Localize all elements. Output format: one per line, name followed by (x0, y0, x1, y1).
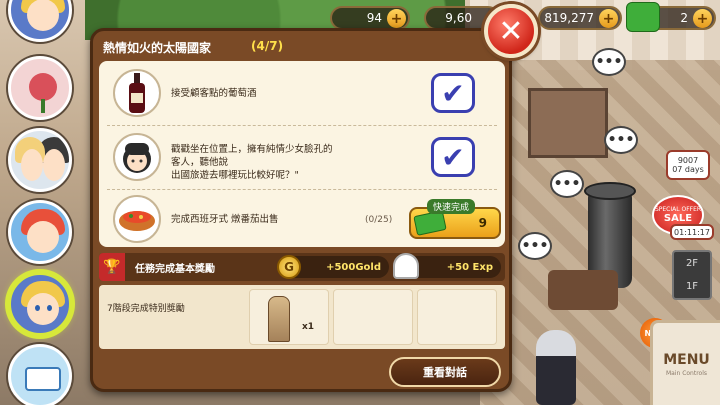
chat-bubble-icon[interactable]: ••• (518, 232, 552, 260)
quest-text: 完成西班牙式 燉番茄出售 (171, 214, 279, 225)
quest-text: 接受顧客點的葡萄酒 (171, 88, 257, 99)
floor-selector[interactable]: 2F 1F (672, 250, 712, 300)
chat-bubble-icon[interactable]: ••• (592, 48, 626, 76)
special-reward-label: 7階段完成特別獎勵 (107, 304, 185, 314)
quick-complete-cost: 9 (478, 216, 487, 230)
divider (107, 125, 497, 126)
basic-reward-label: 任務完成基本獎勵 (135, 263, 215, 275)
replay-dialogue-label: 重看對話 (423, 366, 467, 379)
quest-text: 戳戳坐在位置上，擁有純情少女臉孔的 客人，聽他說 出國旅遊去哪裡玩比較好呢？" (171, 143, 333, 182)
city-avatar[interactable] (8, 344, 72, 405)
add-ticket-button[interactable]: + (693, 9, 712, 28)
dining-table[interactable] (548, 270, 618, 310)
close-icon: ✕ (498, 13, 524, 49)
reward-slot (417, 289, 497, 345)
wine-shelf (528, 88, 608, 158)
cash-value: 819,277 (544, 11, 594, 25)
tower-item-icon (268, 296, 290, 342)
sale-subtitle: SPECIAL OFFER (654, 206, 702, 213)
menu-button[interactable]: MENU Main Controls (650, 320, 720, 405)
chat-bubble-icon[interactable]: ••• (550, 170, 584, 198)
girl-customer-icon (113, 133, 161, 181)
quest-text-line: 客人，聽他說 (171, 157, 229, 168)
gems-counter: 94 + (330, 6, 410, 30)
menu-sub-label: Main Controls (665, 369, 708, 377)
redhead-avatar[interactable] (8, 200, 72, 264)
special-reward-panel: 7階段完成特別獎勵 x1 (99, 285, 505, 349)
couple-avatar[interactable] (8, 128, 72, 192)
replay-dialogue-button[interactable]: 重看對話 (389, 357, 501, 387)
exp-reward-value: +50 Exp (446, 261, 493, 273)
basic-reward-bar: 🏆 任務完成基本獎勵 G +500Gold +50 Exp (99, 253, 505, 281)
divider (107, 189, 497, 190)
close-button[interactable]: ✕ (484, 4, 538, 58)
ticket-counter: 2 + (626, 2, 716, 32)
reward-slot (333, 289, 413, 345)
floor-2f[interactable]: 2F (686, 258, 698, 269)
event-timer-label: 07 days (672, 165, 704, 174)
add-cash-button[interactable]: + (599, 9, 618, 28)
item-quantity: x1 (302, 322, 315, 332)
quest-text-line: 出國旅遊去哪裡玩比較好呢？" (171, 170, 299, 181)
add-gems-button[interactable]: + (387, 9, 406, 28)
gold-reward: G +500Gold (277, 255, 389, 279)
quest-dialog: 熱情如火的太陽國家 (4/7) 接受顧客點的葡萄酒 ✔ 戳戳坐在位置上，擁有純情… (90, 28, 512, 392)
sale-label: SALE (663, 213, 693, 224)
chef-hat-icon (393, 253, 419, 279)
ticket-value: 2 (680, 11, 688, 25)
rose-item-avatar[interactable] (8, 56, 72, 120)
quest-progress: (4/7) (251, 39, 284, 53)
menu-label: MENU (663, 351, 710, 368)
sale-timer-value: 01:11:17 (674, 227, 710, 237)
selected-character-avatar[interactable] (8, 272, 72, 336)
gold-reward-value: +500Gold (326, 261, 381, 273)
quick-complete-label: 快速完成 (427, 199, 476, 214)
exp-reward: +50 Exp (393, 253, 501, 279)
gold-coin-icon: G (277, 255, 301, 279)
chef-character[interactable] (536, 330, 576, 405)
floor-1f[interactable]: 1F (686, 281, 698, 292)
quest-text-line: 戳戳坐在位置上，擁有純情少女臉孔的 (171, 144, 333, 155)
completed-check-icon: ✔ (431, 137, 475, 177)
sale-timer: 01:11:17 (670, 224, 714, 240)
quest-list: 接受顧客點的葡萄酒 ✔ 戳戳坐在位置上，擁有純情少女臉孔的 客人，聽他說 出國旅… (99, 61, 505, 247)
gems-value: 94 (366, 11, 382, 25)
cash-stack-icon (626, 2, 660, 32)
chat-bubble-icon[interactable]: ••• (604, 126, 638, 154)
stew-dish-icon (113, 195, 161, 243)
reward-slot[interactable]: x1 (249, 289, 329, 345)
completed-check-icon: ✔ (431, 73, 475, 113)
gold-value: 9,60 (445, 11, 472, 25)
dialog-title: 熱情如火的太陽國家 (103, 41, 212, 55)
quest-count: (0/25) (365, 215, 393, 225)
event-timer-value: 9007 (677, 156, 699, 165)
wine-bottle-icon (113, 69, 161, 117)
trophy-icon: 🏆 (99, 253, 125, 281)
event-timer[interactable]: 9007 07 days (666, 150, 710, 180)
cash-counter: 819,277 + (538, 6, 622, 30)
